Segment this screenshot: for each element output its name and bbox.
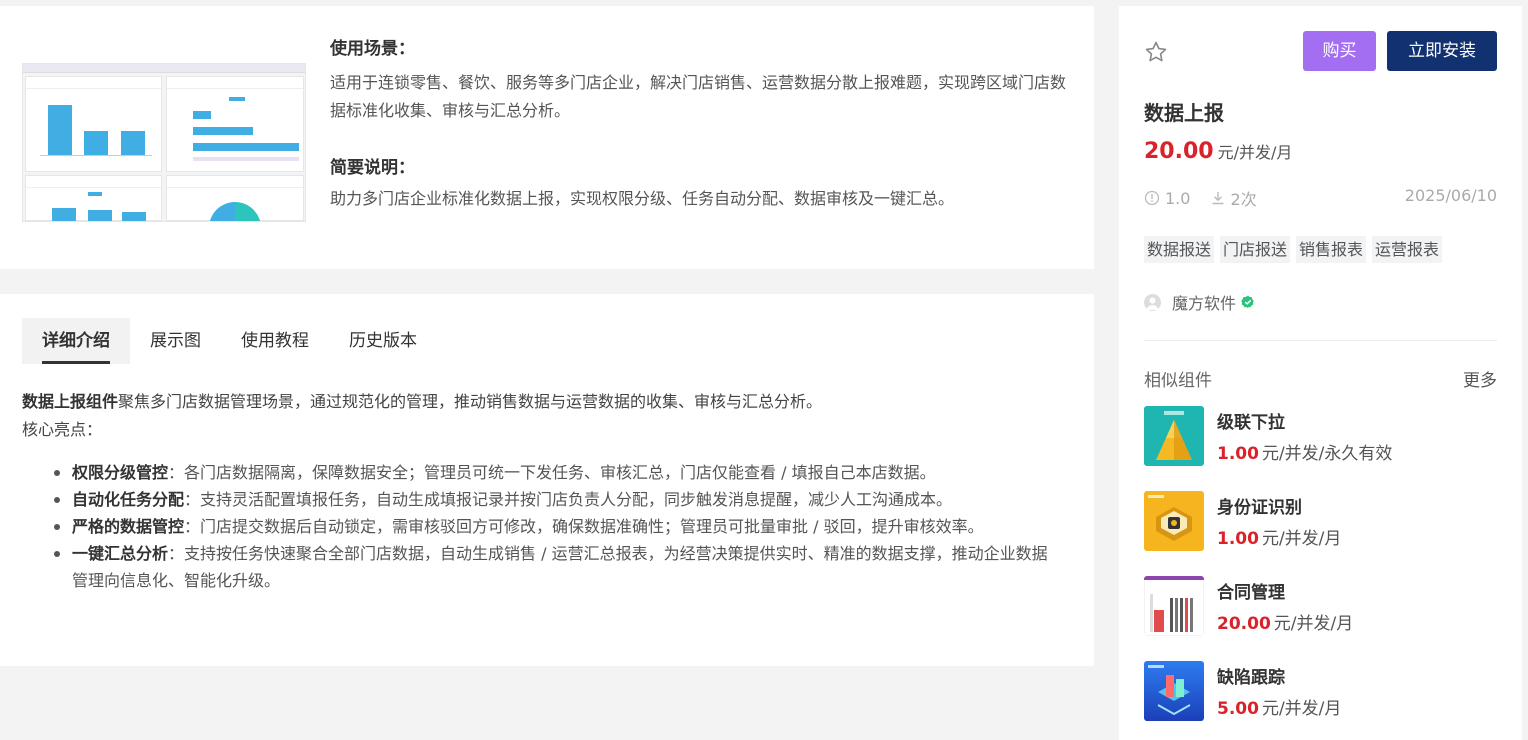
similar-item-price: 1.00 元/并发/永久有效 <box>1217 439 1392 464</box>
product-sidebar: 购买 立即安装 数据上报 20.00 元/并发/月 1.0 2次 2025/06/… <box>1119 6 1522 740</box>
version-text: 1.0 <box>1165 188 1191 208</box>
tab-history[interactable]: 历史版本 <box>329 318 437 364</box>
similar-thumbnail <box>1144 576 1204 636</box>
bullet-text: ：支持按任务快速聚合全部门店数据，自动生成销售 / 运营汇总报表，为经营决策提供… <box>72 544 1048 590</box>
bullet-text: ：各门店数据隔离，保障数据安全；管理员可统一下发任务、审核汇总，门店仅能查看 /… <box>168 463 936 482</box>
similar-item-defect[interactable]: 缺陷跟踪 5.00 元/并发/月 <box>1144 661 1497 721</box>
tab-tutorial[interactable]: 使用教程 <box>221 318 329 364</box>
price-value: 1.00 <box>1217 444 1259 464</box>
similar-item-name: 级联下拉 <box>1217 413 1285 433</box>
id-card-thumbnail-icon <box>1144 491 1204 551</box>
price-unit: 元/并发/月 <box>1261 529 1342 549</box>
intro-paragraph: 数据上报组件聚焦多门店数据管理场景，通过规范化的管理，推动销售数据与运营数据的收… <box>22 388 1072 444</box>
tab-screenshots[interactable]: 展示图 <box>130 318 221 364</box>
highlights-label: 核心亮点： <box>22 420 103 439</box>
highlights-list: 权限分级管控：各门店数据隔离，保障数据安全；管理员可统一下发任务、审核汇总，门店… <box>52 459 1062 594</box>
list-item: 权限分级管控：各门店数据隔离，保障数据安全；管理员可统一下发任务、审核汇总，门店… <box>52 459 1062 486</box>
bullet-title: 权限分级管控 <box>72 463 169 482</box>
bullet-text: ：门店提交数据后自动锁定，需审核驳回方可修改，确保数据准确性；管理员可批量审批 … <box>184 517 984 536</box>
product-meta: 1.0 2次 2025/06/10 <box>1144 186 1497 210</box>
avatar <box>1144 293 1161 311</box>
price-unit: 元/并发/月 <box>1217 143 1293 162</box>
bullet-text: ：支持灵活配置填报任务，自动生成填报记录并按门店负责人分配，同步触发消息提醒，减… <box>184 490 953 509</box>
price-unit: 元/并发/永久有效 <box>1261 444 1393 464</box>
usage-scenario-text: 适用于连锁零售、餐饮、服务等多门店企业，解决门店销售、运营数据分散上报难题，实现… <box>330 73 1067 120</box>
intro-text: 聚焦多门店数据管理场景，通过规范化的管理，推动销售数据与运营数据的收集、审核与汇… <box>118 392 823 411</box>
similar-header: 相似组件 更多 <box>1144 366 1497 391</box>
similar-item-cascade[interactable]: 级联下拉 1.00 元/并发/永久有效 <box>1144 406 1497 466</box>
brief-text: 助力多门店企业标准化数据上报，实现权限分级、任务自动分配、数据审核及一键汇总。 <box>330 189 955 208</box>
similar-thumbnail <box>1144 491 1204 551</box>
price-value: 5.00 <box>1217 699 1259 719</box>
price-value: 20.00 <box>1217 614 1271 634</box>
buy-button[interactable]: 购买 <box>1303 31 1376 71</box>
usage-scenario-title: 使用场景： <box>330 39 415 59</box>
similar-item-name: 合同管理 <box>1217 583 1285 603</box>
bullet-title: 一键汇总分析 <box>72 544 169 563</box>
overview-card: 使用场景： 适用于连锁零售、餐饮、服务等多门店企业，解决门店销售、运营数据分散上… <box>0 6 1094 269</box>
defect-tracking-thumbnail-icon <box>1144 661 1204 721</box>
similar-item-price: 1.00 元/并发/月 <box>1217 524 1341 549</box>
price-unit: 元/并发/月 <box>1273 614 1354 634</box>
download-icon <box>1212 192 1224 205</box>
user-icon <box>1146 297 1159 310</box>
product-title: 数据上报 <box>1144 101 1224 125</box>
contract-chart-thumbnail-icon <box>1144 576 1204 636</box>
similar-title: 相似组件 <box>1144 371 1212 391</box>
pyramid-thumbnail-icon <box>1144 406 1204 466</box>
detail-card: 详细介绍 展示图 使用教程 历史版本 数据上报组件聚焦多门店数据管理场景，通过规… <box>0 294 1094 666</box>
detail-tabs: 详细介绍 展示图 使用教程 历史版本 <box>22 318 437 364</box>
similar-item-price: 20.00 元/并发/月 <box>1217 609 1353 634</box>
list-item: 一键汇总分析：支持按任务快速聚合全部门店数据，自动生成销售 / 运营汇总报表，为… <box>52 540 1062 594</box>
release-date: 2025/06/10 <box>1404 186 1497 205</box>
info-icon <box>1144 190 1160 206</box>
vendor[interactable]: 魔方软件 <box>1144 290 1255 314</box>
similar-item-name: 缺陷跟踪 <box>1217 668 1285 688</box>
more-link[interactable]: 更多 <box>1463 366 1497 391</box>
intro-bold: 数据上报组件 <box>22 392 119 411</box>
price-value: 20.00 <box>1144 139 1214 164</box>
similar-item-id-card[interactable]: 身份证识别 1.00 元/并发/月 <box>1144 491 1497 551</box>
price-unit: 元/并发/月 <box>1261 699 1342 719</box>
tag[interactable]: 运营报表 <box>1372 236 1443 263</box>
list-item: 自动化任务分配：支持灵活配置填报任务，自动生成填报记录并按门店负责人分配，同步触… <box>52 486 1062 513</box>
similar-item-name: 身份证识别 <box>1217 498 1302 518</box>
similar-thumbnail <box>1144 661 1204 721</box>
product-screenshot-thumbnail[interactable] <box>22 63 306 222</box>
product-price: 20.00 元/并发/月 <box>1144 139 1292 164</box>
star-icon[interactable] <box>1144 40 1168 64</box>
download-count: 2次 <box>1230 190 1257 209</box>
similar-item-contract[interactable]: 合同管理 20.00 元/并发/月 <box>1144 576 1497 636</box>
verified-badge-icon <box>1241 295 1254 309</box>
install-button[interactable]: 立即安装 <box>1387 31 1497 71</box>
divider <box>1144 340 1497 341</box>
list-item: 严格的数据管控：门店提交数据后自动锁定，需审核驳回方可修改，确保数据准确性；管理… <box>52 513 1062 540</box>
tag[interactable]: 数据报送 <box>1144 236 1215 263</box>
tag[interactable]: 门店报送 <box>1220 236 1291 263</box>
tag-list: 数据报送 门店报送 销售报表 运营报表 <box>1144 236 1448 263</box>
bullet-title: 自动化任务分配 <box>72 490 185 509</box>
tab-detail[interactable]: 详细介绍 <box>22 318 130 364</box>
similar-thumbnail <box>1144 406 1204 466</box>
tag[interactable]: 销售报表 <box>1296 236 1367 263</box>
vendor-name: 魔方软件 <box>1172 294 1237 313</box>
similar-item-price: 5.00 元/并发/月 <box>1217 694 1341 719</box>
price-value: 1.00 <box>1217 529 1259 549</box>
bullet-title: 严格的数据管控 <box>72 517 185 536</box>
brief-title: 简要说明： <box>330 158 415 178</box>
